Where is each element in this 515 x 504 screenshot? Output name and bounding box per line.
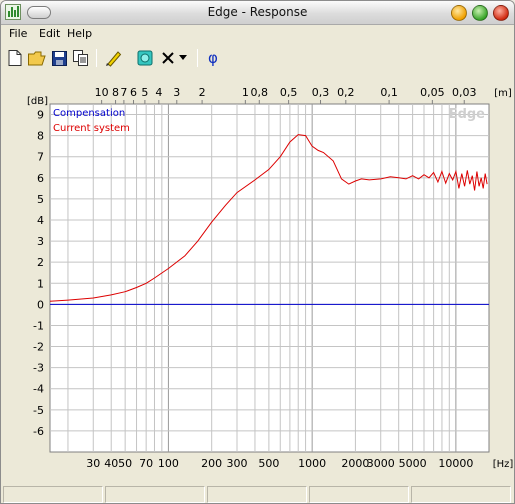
status-cell	[105, 486, 205, 503]
response-chart[interactable]: 9 8 7 6 5 4 3 2 1 0 -1 -2 -3 -4 -5 -6 [dB] 30 40 50 70 100 200…	[1, 73, 514, 483]
top-tick-label: 7	[120, 86, 127, 99]
minimize-button[interactable]	[451, 5, 467, 21]
y-tick-label: 5	[37, 193, 44, 206]
menu-file[interactable]: File	[9, 27, 27, 40]
y-unit-label: [dB]	[27, 96, 48, 107]
save-icon	[51, 50, 67, 66]
top-tick-label: 2	[199, 86, 206, 99]
close-button[interactable]	[493, 5, 509, 21]
open-folder-button[interactable]	[27, 48, 47, 68]
x-tick-label: 40	[104, 457, 118, 470]
x-tick-label: 200	[201, 457, 222, 470]
edit-curve-button[interactable]	[104, 48, 124, 68]
x-tick-label: 2000	[341, 457, 369, 470]
status-cell	[309, 486, 409, 503]
menu-bar: File Edit Help	[1, 25, 514, 43]
legend-entry: Current system	[53, 123, 130, 134]
folder-open-icon	[28, 51, 46, 65]
menu-edit[interactable]: Edit	[39, 27, 60, 40]
y-tick-label: 3	[37, 235, 44, 248]
speaker-icon	[137, 50, 153, 66]
y-tick-label: 2	[37, 256, 44, 269]
y-tick-label: 9	[37, 109, 44, 122]
top-tick-label: 3	[173, 86, 180, 99]
pencil-icon	[106, 51, 122, 67]
speaker-settings-button[interactable]	[135, 48, 155, 68]
x-tick-label: 70	[139, 457, 153, 470]
delete-dropdown-button[interactable]	[177, 48, 189, 68]
x-tick-label: 3000	[367, 457, 395, 470]
top-tick-label: 10	[95, 86, 109, 99]
status-cell	[411, 486, 511, 503]
top-tick-label: 0,1	[380, 86, 398, 99]
top-tick-label: 0,2	[337, 86, 355, 99]
new-document-icon	[8, 50, 22, 66]
legend-entry: Compensation	[53, 108, 125, 119]
status-cell	[3, 486, 103, 503]
top-tick-label: 0,5	[280, 86, 298, 99]
y-tick-label: -6	[33, 425, 44, 438]
top-tick-label: 0,3	[312, 86, 330, 99]
x-tick-label: 5000	[399, 457, 427, 470]
copy-button[interactable]	[71, 48, 91, 68]
maximize-button[interactable]	[472, 5, 488, 21]
top-unit-label: [m]	[494, 88, 512, 99]
y-tick-label: -5	[33, 404, 44, 417]
status-bar	[1, 485, 514, 503]
status-cell	[207, 486, 307, 503]
y-tick-label: -3	[33, 362, 44, 375]
x-tick-label: 10000	[438, 457, 473, 470]
toolbar-separator	[96, 49, 97, 67]
top-tick-label: 0,03	[452, 86, 477, 99]
x-tick-label: 50	[118, 457, 132, 470]
y-tick-label: 8	[37, 130, 44, 143]
save-button[interactable]	[49, 48, 69, 68]
x-tick-label: 100	[158, 457, 179, 470]
plot-area	[49, 103, 490, 453]
toolbar-separator	[197, 49, 198, 67]
y-tick-label: -1	[33, 319, 44, 332]
y-tick-label: 4	[37, 214, 44, 227]
copy-icon	[73, 50, 88, 66]
top-tick-label: 4	[155, 86, 162, 99]
response-chart-svg: 9876543210-1-2-3-4-5-6[dB]30 40 50 70 100 200…	[27, 86, 514, 470]
watermark-text: Edge	[449, 107, 485, 122]
app-window: Edge - Response File Edit Help φ 9 8 7 6…	[0, 0, 515, 504]
top-tick-label: 0,05	[420, 86, 445, 99]
x-tick-label: 1000	[298, 457, 326, 470]
top-tick-label: 0,8	[251, 86, 269, 99]
y-tick-label: -4	[33, 383, 44, 396]
menu-help[interactable]: Help	[67, 27, 92, 40]
delete-button[interactable]	[158, 48, 178, 68]
top-tick-label: 5	[141, 86, 148, 99]
y-tick-label: 0	[37, 298, 44, 311]
y-tick-label: 7	[37, 151, 44, 164]
x-tick-label: 300	[226, 457, 247, 470]
phase-button[interactable]: φ	[203, 48, 223, 68]
top-tick-label: 8	[112, 86, 119, 99]
top-tick-label: 6	[130, 86, 137, 99]
window-title: Edge - Response	[207, 5, 308, 19]
x-unit-label: [Hz]	[493, 459, 514, 470]
title-bar: Edge - Response	[1, 1, 514, 25]
delete-x-icon	[162, 52, 174, 64]
y-tick-label: 6	[37, 172, 44, 185]
dropdown-arrow-icon	[179, 55, 187, 60]
toolbar: φ	[1, 45, 514, 71]
x-tick-label: 500	[258, 457, 279, 470]
y-tick-label: -2	[33, 341, 44, 354]
new-document-button[interactable]	[5, 48, 25, 68]
y-tick-label: 1	[37, 277, 44, 290]
top-tick-label: 1	[242, 86, 249, 99]
x-tick-label: 30	[86, 457, 100, 470]
